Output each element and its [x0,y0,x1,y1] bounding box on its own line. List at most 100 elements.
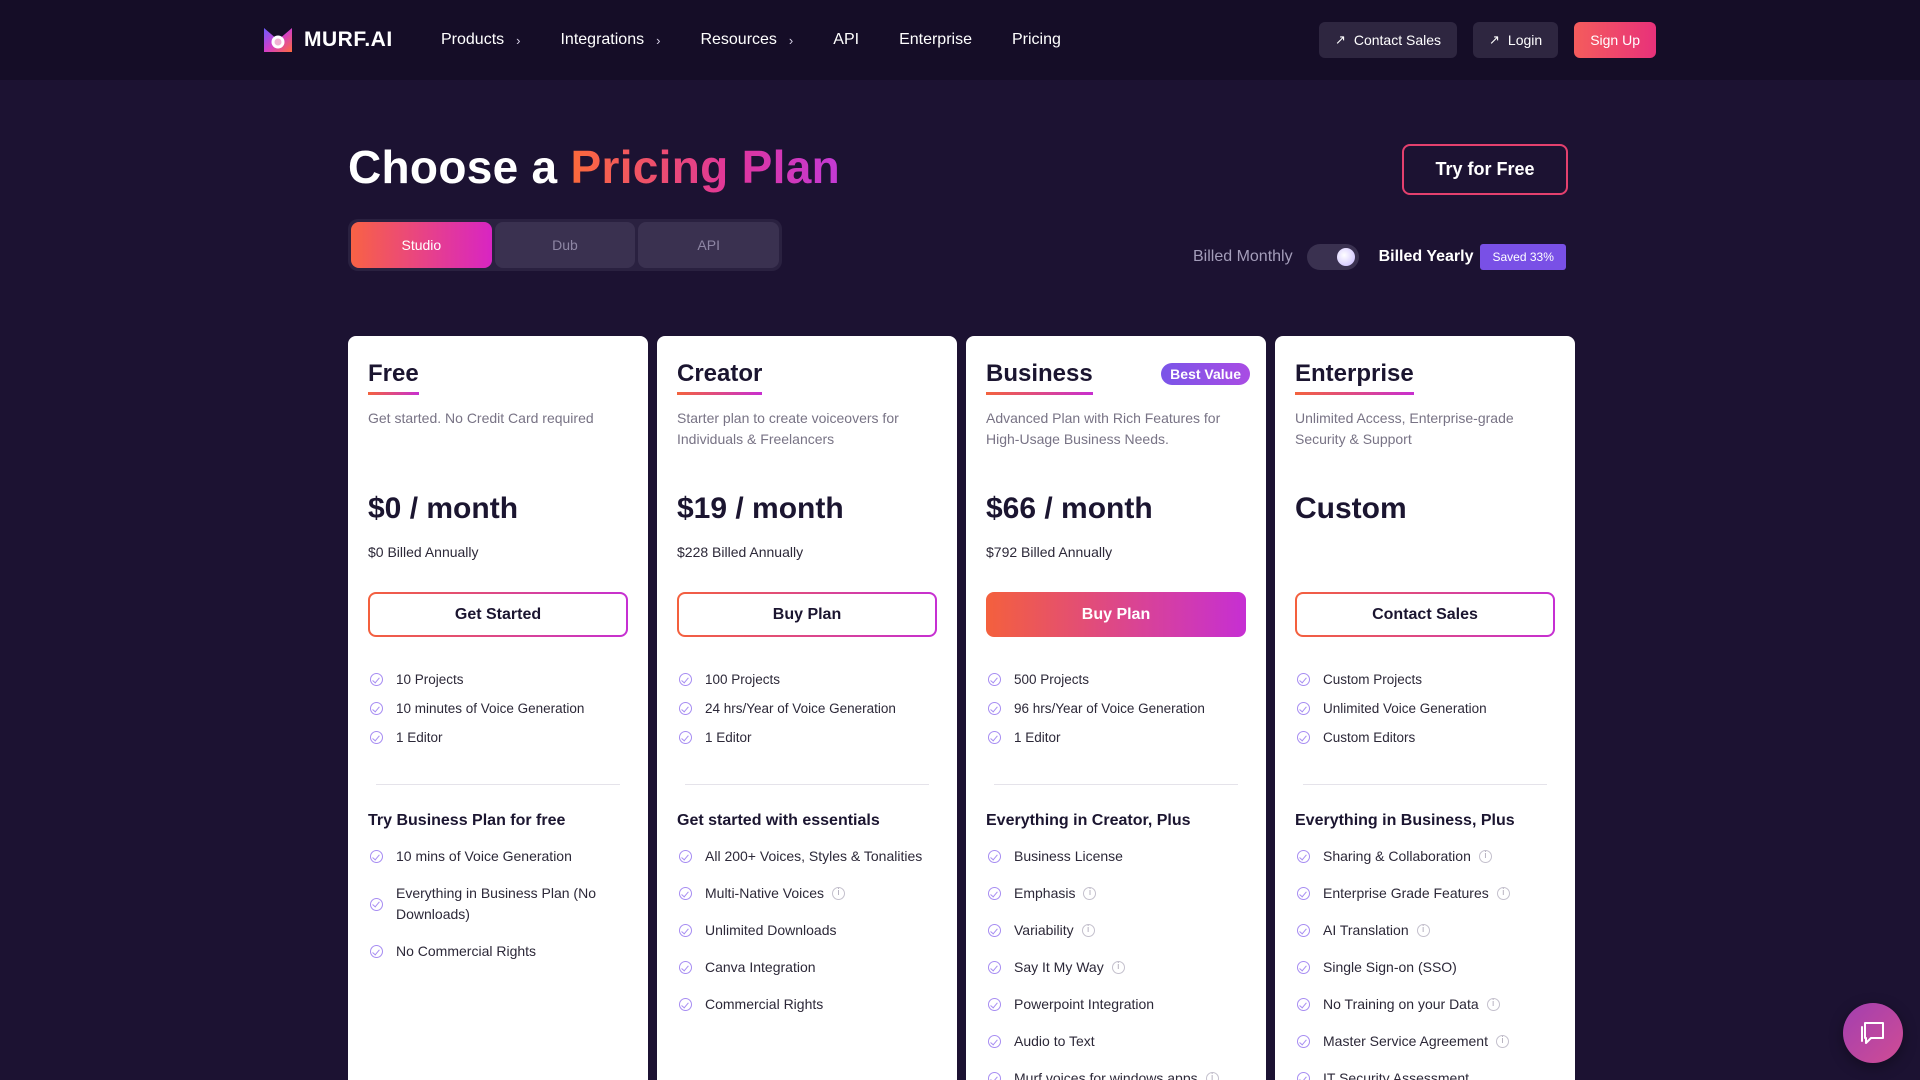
info-icon[interactable]: i [1081,924,1095,937]
feature-label: Powerpoint Integration [1014,996,1155,1012]
check-circle-icon [1297,702,1310,715]
check-circle-icon [988,924,1001,937]
check-circle-icon [988,731,1001,744]
list-item: Custom Editors [1297,723,1487,752]
plan-basics-list: 500 Projects 96 hrs/Year of Voice Generat… [988,665,1205,752]
list-item: Powerpoint Integration [988,986,1250,1023]
info-icon[interactable]: i [1495,1035,1509,1048]
plan-card-business: Business Best Value Advanced Plan with Ric… [966,336,1266,1080]
card-divider [685,784,929,785]
nav-link-label: API [833,31,860,48]
try-for-free-button[interactable]: Try for Free [1402,144,1568,195]
list-item: All 200+ Voices, Styles & Tonalities [679,838,941,875]
feature-label: Variability [1014,922,1074,938]
best-value-badge: Best Value [1161,363,1250,385]
top-nav: MURF.AI Products › Integrations › Resources ›… [0,0,1920,80]
billed-yearly-label[interactable]: Billed Yearly [1379,248,1474,266]
info-icon[interactable]: i [1111,961,1125,974]
free-cta-button[interactable]: Get Started [368,592,628,637]
check-circle-icon [988,1072,1001,1080]
plan-card-free: Free Get started. No Credit Card required… [348,336,648,1080]
list-item: 1 Editor [679,723,896,752]
business-cta-button[interactable]: Buy Plan [986,592,1246,637]
plan-basics-list: 100 Projects 24 hrs/Year of Voice Generat… [679,665,896,752]
list-item: 100 Projects [679,665,896,694]
info-icon[interactable]: i [1205,1072,1219,1080]
nav-link-integrations[interactable]: Integrations › [560,31,660,49]
info-icon[interactable]: i [1486,998,1500,1011]
basic-feature-label: Custom Editors [1323,730,1416,745]
signup-button[interactable]: Sign Up [1574,22,1656,58]
info-icon[interactable]: i [1496,887,1510,900]
info-icon[interactable]: i [1083,887,1097,900]
login-label: Login [1507,32,1543,48]
page-title: Choose a Pricing Plan [348,140,840,194]
plan-annual-billing: $0 Billed Annually [368,544,479,560]
chevron-right-icon: › [788,32,794,48]
billed-monthly-label[interactable]: Billed Monthly [1193,248,1293,266]
list-item: 500 Projects [988,665,1205,694]
list-item: 24 hrs/Year of Voice Generation [679,694,896,723]
basic-feature-label: Custom Projects [1323,672,1423,687]
logo-text: MURF.AI [304,28,393,51]
check-circle-icon [1297,673,1310,686]
card-divider [1303,784,1547,785]
check-circle-icon [370,673,383,686]
nav-link-products[interactable]: Products › [441,31,520,49]
plan-features-list: All 200+ Voices, Styles & Tonalities Mult… [679,838,941,1023]
check-circle-icon [988,673,1001,686]
nav-link-enterprise[interactable]: Enterprise [899,31,972,49]
list-item: Murf voices for windows apps i [988,1060,1250,1080]
tab-studio[interactable]: Studio [351,222,492,268]
arrow-up-right-icon: ↗ [1489,32,1500,47]
features-section-title: Try Business Plan for free [368,812,566,829]
enterprise-cta-button[interactable]: Contact Sales [1295,592,1555,637]
feature-label: All 200+ Voices, Styles & Tonalities [705,848,923,864]
chat-button[interactable] [1843,1003,1903,1063]
list-item: IT Security Assessment [1297,1060,1559,1080]
pricing-cards: Free Get started. No Credit Card required… [348,336,1575,1080]
feature-label: Commercial Rights [705,996,824,1012]
check-circle-icon [1297,924,1310,937]
feature-label: Unlimited Downloads [705,922,837,938]
tab-api[interactable]: API [638,222,780,268]
list-item: Unlimited Downloads [679,912,941,949]
chevron-right-icon: › [516,32,521,48]
login-button[interactable]: ↗ Login [1473,22,1559,58]
plan-price: $66 / month [986,492,1153,525]
list-item: Custom Projects [1297,665,1487,694]
check-circle-icon [1297,731,1310,744]
murf-logo-icon [264,28,292,52]
contact-sales-button[interactable]: ↗ Contact Sales [1318,22,1458,58]
list-item: Multi-Native Voices i [679,875,941,912]
list-item: Enterprise Grade Features i [1297,875,1559,912]
arrow-up-right-icon: ↗ [1334,32,1346,47]
plan-price: Custom [1295,492,1407,525]
plan-description: Starter plan to create voiceovers for In… [677,410,899,447]
tab-dub[interactable]: Dub [494,222,636,268]
nav-actions: ↗ Contact Sales ↗ Login Sign Up [1318,22,1656,58]
logo[interactable]: MURF.AI [262,24,393,56]
info-icon[interactable]: i [1478,850,1492,863]
check-circle-icon [988,887,1001,900]
card-divider [994,784,1238,785]
plan-description: Get started. No Credit Card required [368,410,594,426]
creator-cta-button[interactable]: Buy Plan [677,592,937,637]
nav-link-api[interactable]: API [833,31,859,49]
check-circle-icon [988,702,1001,715]
check-circle-icon [679,998,692,1011]
check-circle-icon [988,850,1001,863]
feature-label: Audio to Text [1014,1033,1095,1049]
check-circle-icon [679,850,692,863]
list-item: Audio to Text [988,1023,1250,1060]
check-circle-icon [1297,887,1310,900]
feature-label: 10 mins of Voice Generation [396,848,572,864]
billing-toggle[interactable] [1306,244,1359,270]
nav-link-pricing[interactable]: Pricing [1012,31,1061,49]
info-icon[interactable]: i [1416,924,1430,937]
nav-link-resources[interactable]: Resources › [700,31,793,49]
info-icon[interactable]: i [832,887,846,900]
nav-link-label: Resources [700,31,777,48]
feature-label: Enterprise Grade Features [1323,885,1489,901]
feature-label: AI Translation [1323,922,1409,938]
